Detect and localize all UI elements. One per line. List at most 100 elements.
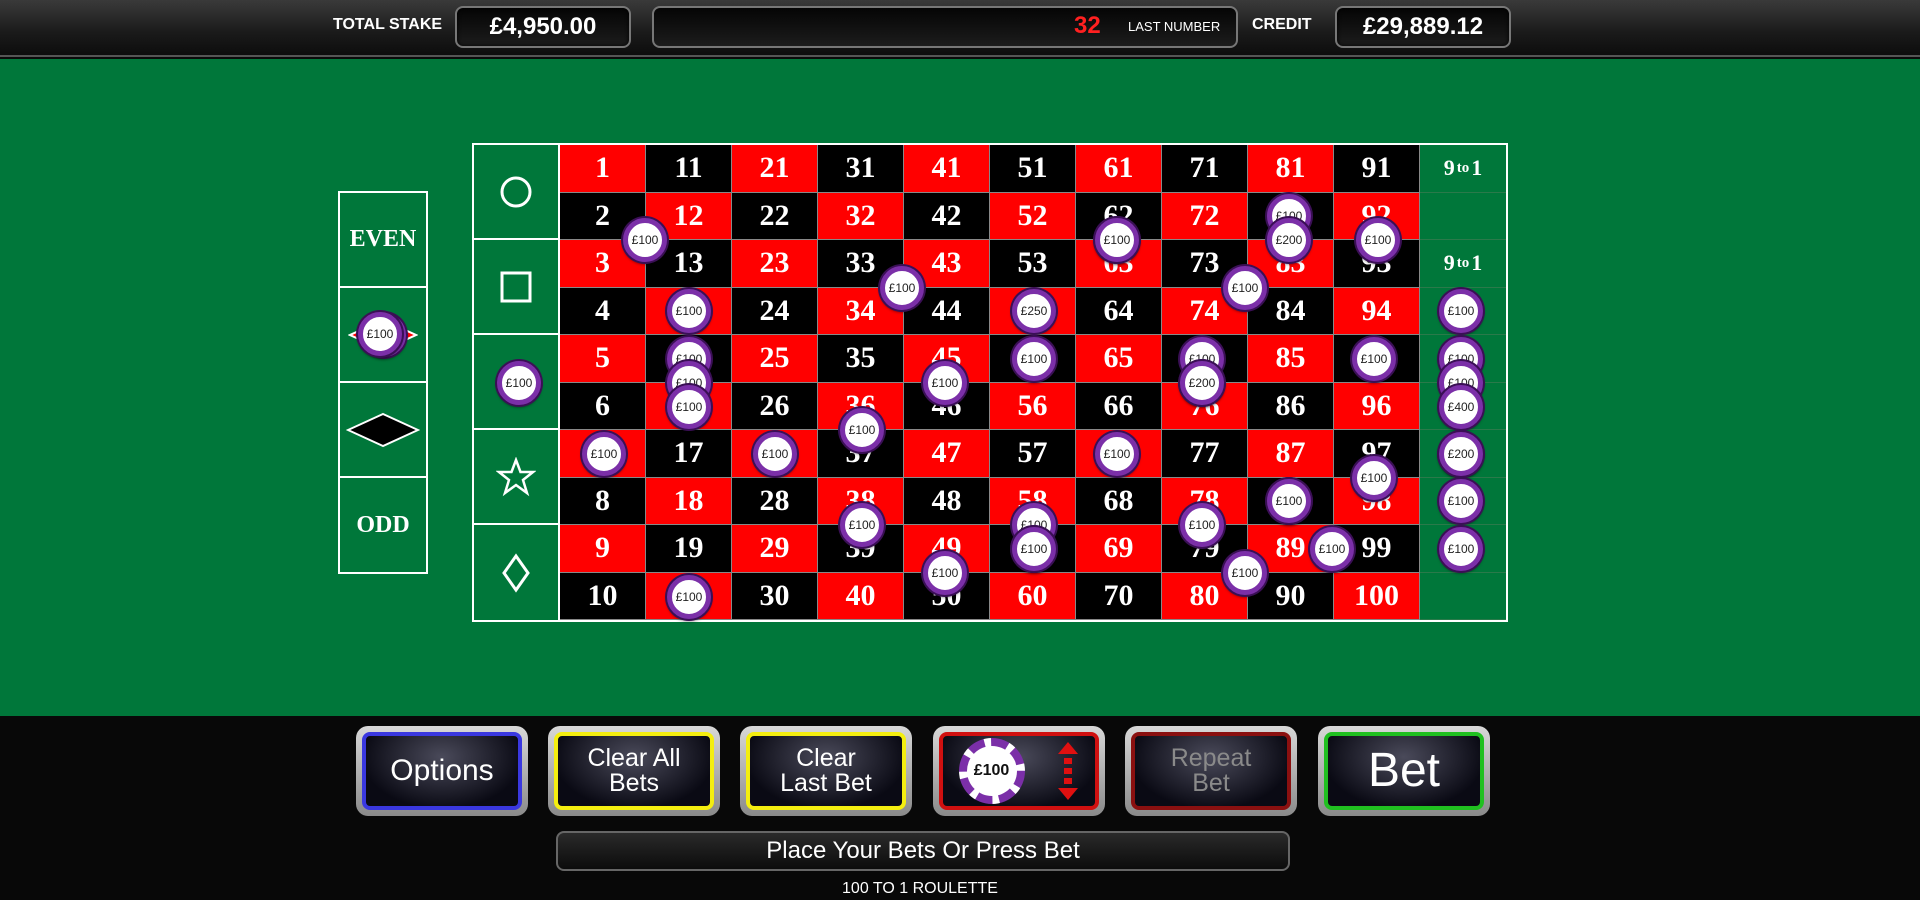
- row-bet-cell[interactable]: [1420, 573, 1506, 620]
- number-cell-96[interactable]: 96: [1334, 382, 1420, 430]
- bet-button[interactable]: Bet: [1318, 726, 1490, 816]
- number-cell-32[interactable]: 32: [818, 192, 904, 240]
- placed-chip[interactable]: £250: [1012, 289, 1056, 333]
- placed-chip[interactable]: £100: [840, 408, 884, 452]
- number-cell-87[interactable]: 87: [1248, 430, 1334, 478]
- number-cell-56[interactable]: 56: [990, 382, 1076, 430]
- placed-chip[interactable]: £100: [753, 432, 797, 476]
- options-button[interactable]: Options: [356, 726, 528, 816]
- number-cell-31[interactable]: 31: [818, 145, 904, 193]
- number-cell-71[interactable]: 71: [1162, 145, 1248, 193]
- number-cell-41[interactable]: 41: [904, 145, 990, 193]
- number-cell-69[interactable]: 69: [1076, 525, 1162, 573]
- placed-chip[interactable]: £400: [1439, 385, 1483, 429]
- bet-star[interactable]: [474, 430, 560, 525]
- placed-chip[interactable]: £100: [1223, 266, 1267, 310]
- placed-chip[interactable]: £100: [1180, 503, 1224, 547]
- placed-chip[interactable]: £100: [1439, 527, 1483, 571]
- number-cell-18[interactable]: 18: [646, 477, 732, 525]
- bet-circle[interactable]: [474, 145, 560, 240]
- number-cell-47[interactable]: 47: [904, 430, 990, 478]
- placed-chip[interactable]: £100: [880, 266, 924, 310]
- number-cell-86[interactable]: 86: [1248, 382, 1334, 430]
- number-cell-4[interactable]: 4: [560, 287, 646, 335]
- placed-chip[interactable]: £100: [1012, 337, 1056, 381]
- number-cell-24[interactable]: 24: [732, 287, 818, 335]
- bet-odd[interactable]: ODD: [340, 478, 426, 572]
- number-cell-40[interactable]: 40: [818, 572, 904, 620]
- payout-9-to-1[interactable]: 9to1: [1420, 240, 1506, 288]
- number-cell-23[interactable]: 23: [732, 240, 818, 288]
- row-bet-cell[interactable]: [1420, 193, 1506, 240]
- chip-selector-button[interactable]: £100: [933, 726, 1105, 816]
- number-cell-6[interactable]: 6: [560, 382, 646, 430]
- number-cell-8[interactable]: 8: [560, 477, 646, 525]
- number-cell-91[interactable]: 91: [1334, 145, 1420, 193]
- payout-9-to-1[interactable]: 9to1: [1420, 145, 1506, 193]
- number-cell-52[interactable]: 52: [990, 192, 1076, 240]
- number-cell-65[interactable]: 65: [1076, 335, 1162, 383]
- placed-chip[interactable]: £200: [1267, 218, 1311, 262]
- placed-chip[interactable]: £100: [667, 385, 711, 429]
- number-cell-21[interactable]: 21: [732, 145, 818, 193]
- number-cell-100[interactable]: 100: [1334, 572, 1420, 620]
- number-cell-1[interactable]: 1: [560, 145, 646, 193]
- number-cell-48[interactable]: 48: [904, 477, 990, 525]
- bet-square[interactable]: [474, 240, 560, 335]
- placed-chip[interactable]: £100: [1439, 289, 1483, 333]
- clear-last-bet-button[interactable]: Clear Last Bet: [740, 726, 912, 816]
- placed-chip[interactable]: £100: [1352, 337, 1396, 381]
- number-cell-64[interactable]: 64: [1076, 287, 1162, 335]
- placed-chip[interactable]: £100: [358, 312, 402, 356]
- placed-chip[interactable]: £100: [1356, 218, 1400, 262]
- number-cell-9[interactable]: 9: [560, 525, 646, 573]
- number-cell-70[interactable]: 70: [1076, 572, 1162, 620]
- number-cell-30[interactable]: 30: [732, 572, 818, 620]
- number-cell-66[interactable]: 66: [1076, 382, 1162, 430]
- placed-chip[interactable]: £100: [667, 289, 711, 333]
- number-cell-25[interactable]: 25: [732, 335, 818, 383]
- number-cell-57[interactable]: 57: [990, 430, 1076, 478]
- number-cell-5[interactable]: 5: [560, 335, 646, 383]
- bet-even[interactable]: EVEN: [340, 193, 426, 288]
- number-cell-94[interactable]: 94: [1334, 287, 1420, 335]
- number-cell-26[interactable]: 26: [732, 382, 818, 430]
- number-cell-10[interactable]: 10: [560, 572, 646, 620]
- number-cell-17[interactable]: 17: [646, 430, 732, 478]
- placed-chip[interactable]: £100: [1439, 479, 1483, 523]
- placed-chip[interactable]: £100: [1095, 218, 1139, 262]
- number-cell-19[interactable]: 19: [646, 525, 732, 573]
- bet-diamond[interactable]: [474, 525, 560, 620]
- number-cell-35[interactable]: 35: [818, 335, 904, 383]
- number-cell-53[interactable]: 53: [990, 240, 1076, 288]
- placed-chip[interactable]: £100: [840, 503, 884, 547]
- placed-chip[interactable]: £100: [1310, 527, 1354, 571]
- number-cell-22[interactable]: 22: [732, 192, 818, 240]
- clear-all-bets-button[interactable]: Clear All Bets: [548, 726, 720, 816]
- placed-chip[interactable]: £100: [667, 575, 711, 619]
- number-cell-68[interactable]: 68: [1076, 477, 1162, 525]
- number-cell-77[interactable]: 77: [1162, 430, 1248, 478]
- placed-chip[interactable]: £100: [1012, 527, 1056, 571]
- placed-chip[interactable]: £100: [623, 218, 667, 262]
- placed-chip[interactable]: £100: [923, 551, 967, 595]
- repeat-bet-button[interactable]: Repeat Bet: [1125, 726, 1297, 816]
- number-cell-42[interactable]: 42: [904, 192, 990, 240]
- number-cell-51[interactable]: 51: [990, 145, 1076, 193]
- placed-chip[interactable]: £100: [1352, 456, 1396, 500]
- number-cell-85[interactable]: 85: [1248, 335, 1334, 383]
- placed-chip[interactable]: £100: [1095, 432, 1139, 476]
- number-cell-60[interactable]: 60: [990, 572, 1076, 620]
- number-cell-29[interactable]: 29: [732, 525, 818, 573]
- number-cell-11[interactable]: 11: [646, 145, 732, 193]
- number-cell-72[interactable]: 72: [1162, 192, 1248, 240]
- placed-chip[interactable]: £100: [923, 361, 967, 405]
- number-cell-61[interactable]: 61: [1076, 145, 1162, 193]
- placed-chip[interactable]: £100: [497, 361, 541, 405]
- placed-chip[interactable]: £100: [1223, 551, 1267, 595]
- number-cell-28[interactable]: 28: [732, 477, 818, 525]
- placed-chip[interactable]: £100: [1267, 479, 1311, 523]
- placed-chip[interactable]: £200: [1180, 361, 1224, 405]
- number-cell-81[interactable]: 81: [1248, 145, 1334, 193]
- placed-chip[interactable]: £100: [582, 432, 626, 476]
